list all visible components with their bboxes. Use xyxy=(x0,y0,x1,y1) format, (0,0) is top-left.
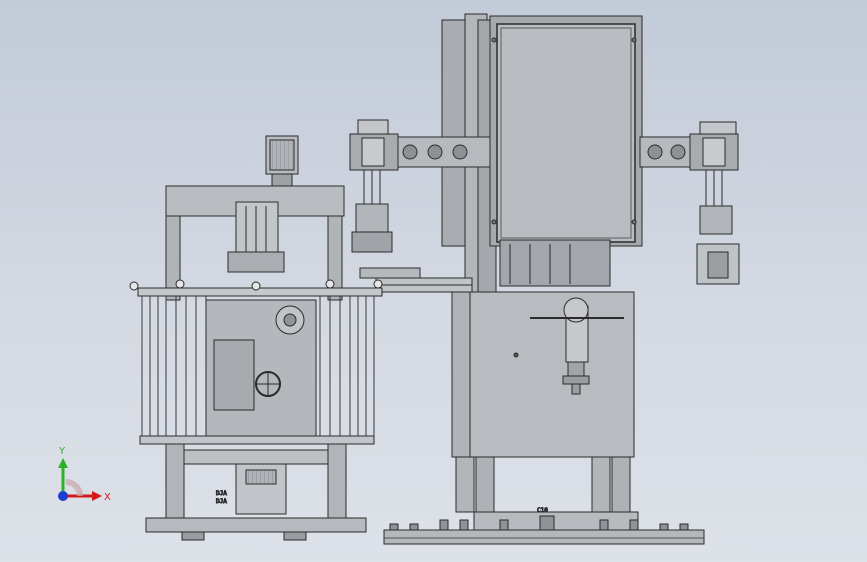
cad-viewport[interactable]: C10 DJA DJA Y X xyxy=(0,0,867,562)
cage-bottom-ring xyxy=(139,435,375,445)
cabinet-door[interactable] xyxy=(496,23,636,243)
stand-crossbar xyxy=(183,449,329,465)
x-axis-label: X xyxy=(104,492,111,503)
leg-left xyxy=(455,456,475,513)
stand-right xyxy=(327,443,347,519)
sensor-top-label: DJA xyxy=(216,490,227,497)
leg-right xyxy=(591,456,611,513)
central-head[interactable] xyxy=(235,201,279,259)
beam-hole-icon xyxy=(427,144,443,160)
cylinder-right-inner xyxy=(702,137,726,167)
beam-hole-icon xyxy=(452,144,468,160)
cabinet-lock-icon xyxy=(631,219,637,225)
z-axis-icon xyxy=(58,491,68,501)
gripper-left-base xyxy=(351,231,393,253)
y-axis-label: Y xyxy=(58,446,66,457)
x-arrow-icon xyxy=(92,491,102,501)
motor-base xyxy=(271,173,293,187)
spindle-tip xyxy=(562,375,590,385)
cylinder-left-top[interactable] xyxy=(357,119,389,135)
sensor-bottom-label: DJA xyxy=(216,498,227,505)
cylinder-left-inner xyxy=(361,137,385,167)
leg-right-2 xyxy=(611,456,631,513)
cabinet-hinge-icon xyxy=(491,37,497,43)
leg-left-2 xyxy=(475,456,495,513)
beam-hole-icon xyxy=(402,144,418,160)
stand-left xyxy=(165,443,185,519)
machine-model[interactable]: C10 DJA DJA Y X xyxy=(0,0,867,562)
base-plate xyxy=(473,511,639,531)
beam-hole-icon xyxy=(670,144,686,160)
gripper-right[interactable] xyxy=(699,205,733,235)
gripper-left[interactable] xyxy=(355,203,389,235)
y-arrow-icon xyxy=(58,458,68,468)
mechanism-window xyxy=(499,239,611,287)
gripper-right-slot xyxy=(707,251,729,279)
floor-mark-label: C10 xyxy=(537,507,548,514)
cabinet-lock-icon xyxy=(631,37,637,43)
left-machine[interactable]: DJA DJA xyxy=(129,135,383,541)
left-base-plate xyxy=(145,517,367,533)
machine-body[interactable] xyxy=(469,291,635,458)
cabinet-hinge-icon xyxy=(491,219,497,225)
floor-frame xyxy=(383,529,705,545)
base-column-left xyxy=(451,291,471,458)
beam-hole-icon xyxy=(647,144,663,160)
axis-triad[interactable]: Y X xyxy=(58,446,111,503)
turntable-rail xyxy=(137,287,383,297)
spindle xyxy=(567,361,585,377)
